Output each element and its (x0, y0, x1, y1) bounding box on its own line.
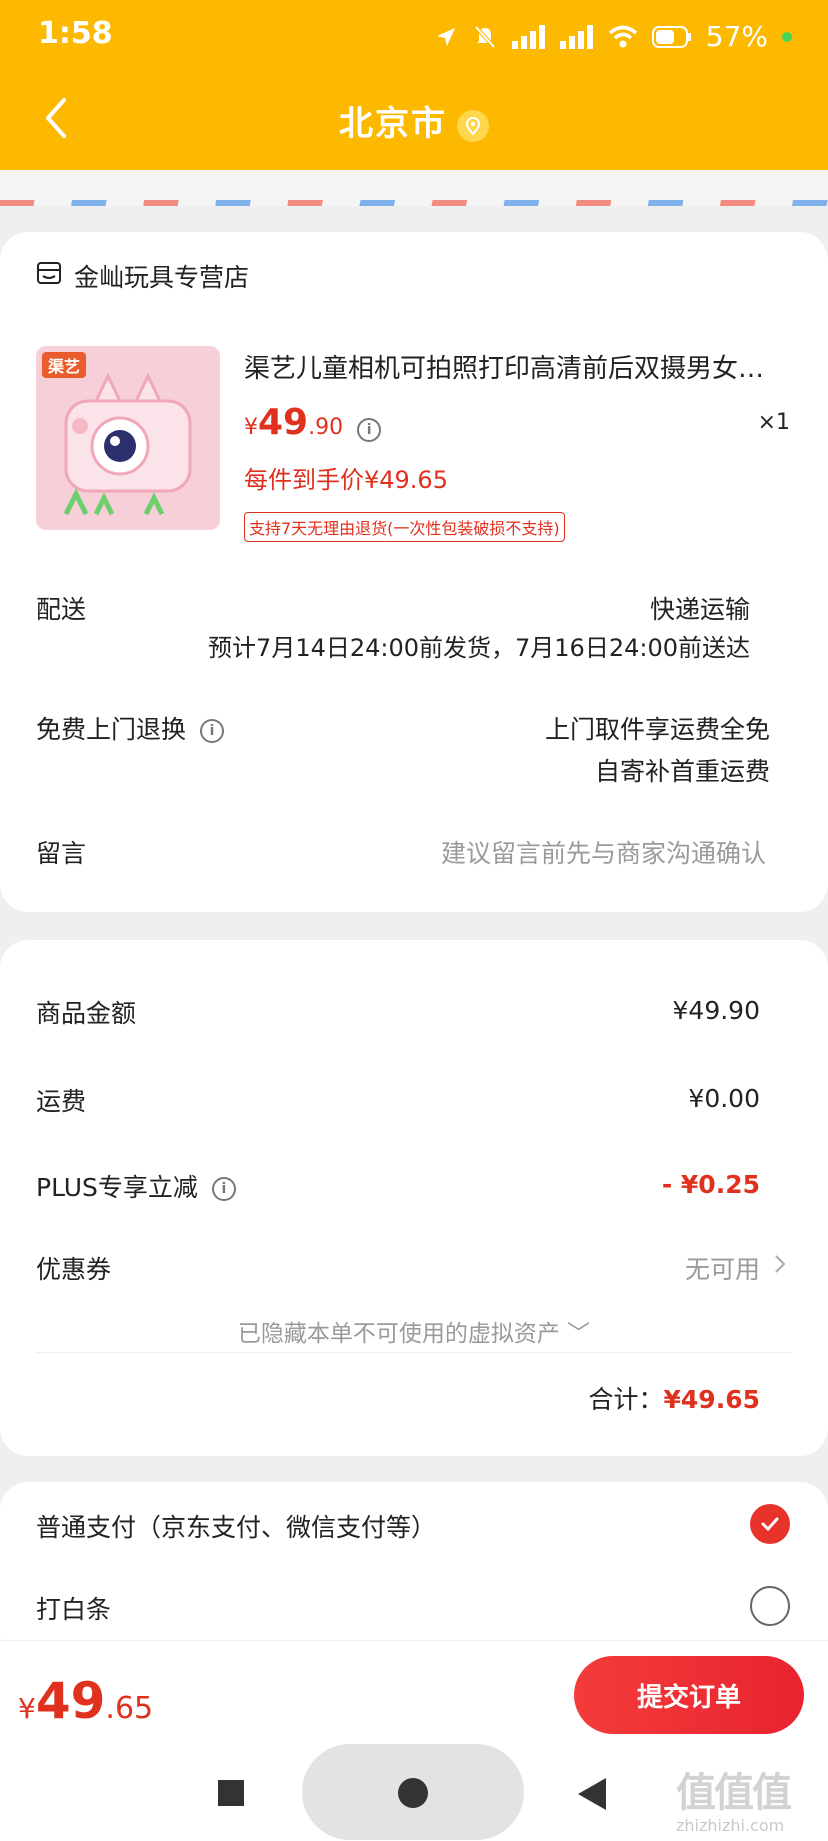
free-return-line2: 自寄补首重运费 (594, 757, 770, 786)
order-item-card (0, 232, 828, 912)
product-price: ¥49.90 i (244, 402, 382, 443)
net-price: 每件到手价¥49.65 (244, 466, 448, 494)
plus-discount-value: - ¥0.25 (661, 1170, 760, 1199)
signal-icon (511, 24, 545, 49)
quantity: ×1 (757, 410, 790, 435)
free-return-info-icon[interactable]: i (200, 719, 225, 743)
payment-normal-label[interactable]: 普通支付（京东支付、微信支付等） (36, 1508, 436, 1544)
divider (36, 1352, 792, 1353)
return-policy-tag: 支持7天无理由退货(一次性包装破损不支持) (244, 512, 565, 542)
product-title[interactable]: 渠艺儿童相机可拍照打印高清前后双摄男女… (244, 348, 784, 385)
product-image[interactable]: 渠艺 (36, 346, 220, 530)
goods-amount-value: ¥49.90 (672, 996, 760, 1025)
shipping-value: ¥0.00 (688, 1084, 760, 1113)
brand-badge: 渠艺 (42, 352, 87, 378)
total-label: 合计： (588, 1385, 664, 1414)
signal-icon-2 (559, 24, 593, 49)
address-selector[interactable]: 北京市 (0, 96, 828, 145)
payment-baitiao-label[interactable]: 打白条 (36, 1590, 111, 1626)
price-int: 49 (258, 402, 309, 443)
status-icons: 57% (434, 20, 792, 53)
delivery-estimate: 预计7月14日24:00前发货，7月16日24:00前送达 (208, 634, 750, 662)
message-input[interactable]: 建议留言前先与商家沟通确认 (441, 834, 766, 870)
submit-order-button[interactable]: 提交订单 (574, 1656, 804, 1734)
battery-icon (651, 25, 691, 48)
total-row: 合计：¥49.65 (589, 1380, 761, 1416)
checkout-total: ¥49.65 (18, 1672, 154, 1730)
payment-baitiao-radio[interactable] (750, 1586, 790, 1626)
free-return-line1: 上门取件享运费全免 (544, 715, 770, 744)
location-pin-icon (457, 109, 489, 142)
mute-bell-icon (474, 25, 496, 48)
coupon-value[interactable]: 无可用 (685, 1250, 760, 1286)
delivery-method[interactable]: 快递运输 (650, 590, 750, 626)
system-back-button[interactable] (578, 1778, 606, 1810)
delivery-label: 配送 (36, 595, 87, 624)
page-title: 北京市 (339, 104, 447, 144)
recent-apps-button[interactable] (218, 1780, 244, 1806)
check-icon (761, 1517, 779, 1532)
watermark-logo: 值值值 (676, 1770, 792, 1816)
hidden-assets-toggle[interactable]: 已隐藏本单不可使用的虚拟资产 ﹀ (0, 1314, 828, 1348)
payment-normal-radio[interactable] (750, 1504, 790, 1544)
total-value: ¥49.65 (663, 1385, 760, 1414)
status-time: 1:58 (38, 16, 113, 51)
price-symbol: ¥ (244, 415, 258, 440)
location-arrow-icon (436, 27, 455, 46)
home-button[interactable] (398, 1778, 428, 1808)
chevron-right-icon[interactable] (772, 1252, 788, 1280)
green-dot-icon (782, 31, 792, 42)
plus-info-icon[interactable]: i (211, 1177, 236, 1201)
watermark-url: zhizhizhi.com (676, 1816, 785, 1835)
message-label: 留言 (36, 839, 87, 868)
price-info-icon[interactable]: i (357, 417, 382, 442)
store-name[interactable]: 金屾玩具专营店 (74, 258, 249, 294)
goods-amount-label: 商品金额 (36, 999, 137, 1028)
free-return-label: 免费上门退换 i (36, 710, 225, 746)
coupon-label: 优惠券 (36, 1255, 112, 1284)
shipping-label: 运费 (36, 1087, 87, 1116)
store-icon (36, 260, 62, 290)
address-stripe (0, 170, 828, 206)
chevron-down-icon: ﹀ (567, 1321, 591, 1347)
plus-discount-label: PLUS专享立减 i (36, 1168, 236, 1204)
battery-text: 57% (705, 20, 768, 53)
price-dec: .90 (308, 415, 344, 440)
wifi-icon (608, 25, 637, 47)
